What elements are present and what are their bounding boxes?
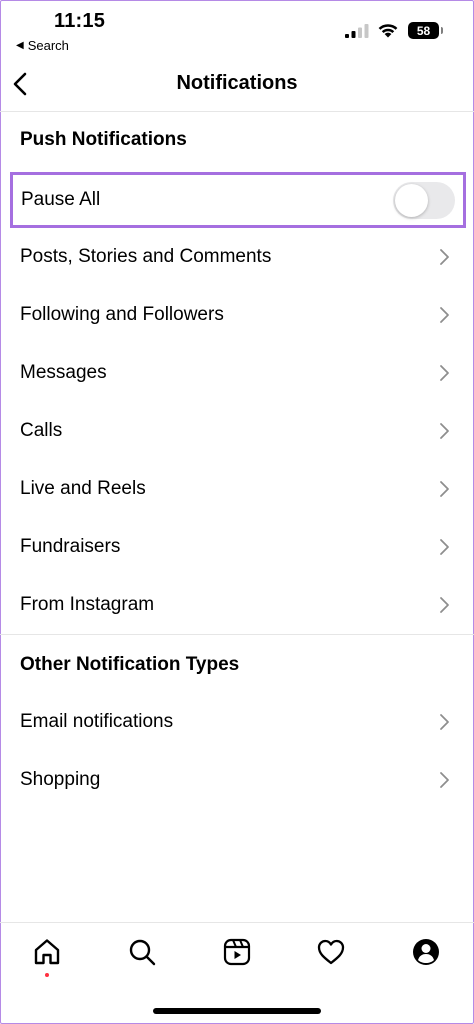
pause-all-row[interactable]: Pause All [10, 172, 466, 228]
row-label: Live and Reels [20, 478, 146, 499]
row-messages[interactable]: Messages [0, 344, 474, 402]
row-label: Fundraisers [20, 536, 121, 557]
row-label: Messages [20, 362, 107, 383]
chevron-right-icon [440, 714, 449, 730]
notification-dot [45, 973, 49, 977]
cellular-signal-icon [345, 24, 369, 38]
row-shopping[interactable]: Shopping [0, 751, 474, 809]
search-icon[interactable] [127, 937, 157, 967]
status-time: 11:15 [54, 10, 106, 32]
row-email-notifications[interactable]: Email notifications [0, 693, 474, 751]
battery-indicator: 58 [408, 22, 443, 39]
row-calls[interactable]: Calls [0, 402, 474, 460]
page-title: Notifications [176, 72, 298, 94]
pause-all-label: Pause All [21, 189, 101, 210]
section-title-other: Other Notification Types [20, 654, 240, 675]
row-live-reels[interactable]: Live and Reels [0, 460, 474, 518]
chevron-right-icon [440, 365, 449, 381]
reels-icon[interactable] [222, 937, 252, 967]
chevron-right-icon [440, 772, 449, 788]
row-following-followers[interactable]: Following and Followers [0, 286, 474, 344]
chevron-right-icon [440, 249, 449, 265]
chevron-right-icon [440, 539, 449, 555]
pause-all-toggle[interactable] [393, 182, 455, 219]
chevron-right-icon [440, 481, 449, 497]
chevron-right-icon [440, 597, 449, 613]
status-bar: 11:15 ◀ Search 58 [0, 0, 474, 58]
row-label: Calls [20, 420, 63, 441]
home-icon[interactable] [32, 937, 62, 967]
row-label: Following and Followers [20, 304, 224, 325]
row-label: Email notifications [20, 711, 174, 732]
profile-icon[interactable] [411, 937, 441, 967]
bottom-tab-bar [0, 922, 474, 1024]
row-label: Posts, Stories and Comments [20, 246, 272, 267]
home-indicator [153, 1008, 321, 1014]
row-label: Shopping [20, 769, 101, 790]
back-triangle-icon: ◀ [16, 40, 24, 51]
section-title-push: Push Notifications [20, 129, 187, 150]
row-posts-stories-comments[interactable]: Posts, Stories and Comments [0, 228, 474, 286]
wifi-icon [378, 24, 398, 38]
back-to-app-link[interactable]: ◀ Search [16, 38, 69, 53]
heart-icon[interactable] [316, 937, 346, 967]
chevron-right-icon [440, 307, 449, 323]
row-from-instagram[interactable]: From Instagram [0, 576, 474, 634]
nav-header: Notifications [0, 58, 474, 112]
back-app-label: Search [27, 38, 69, 53]
chevron-right-icon [440, 423, 449, 439]
toggle-knob [395, 184, 428, 217]
row-fundraisers[interactable]: Fundraisers [0, 518, 474, 576]
row-label: From Instagram [20, 594, 155, 615]
section-divider [0, 634, 474, 635]
